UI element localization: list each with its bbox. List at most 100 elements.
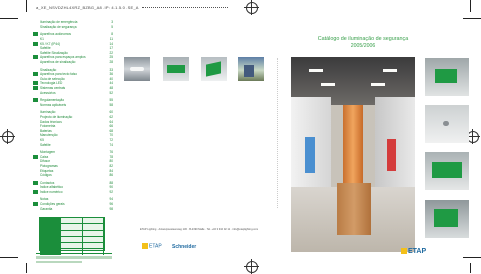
corridor-photo [291,57,415,252]
index-row: Sinalização de segurança 5 [33,24,113,30]
index-label: K1 [40,37,44,42]
crop-mark [26,0,27,12]
index-page-number: 66 [109,124,113,129]
index-label: Safelite [40,142,51,147]
section-marker-icon [33,180,38,185]
index-page-number: 58 [109,102,113,107]
index-row: K5 72 [33,137,113,143]
index-label: Aparelhos para espaços amplos [40,55,86,60]
index-label: Sinalização [40,67,57,72]
fold-line [277,58,279,208]
index-label: Etiquetas [40,168,54,173]
index-page-number: 68 [109,128,113,133]
index-label: Aparelhos de sinalização [40,60,76,65]
index-row: Fotometria 66 [33,124,113,129]
index-label: Índice alfabético [40,185,64,190]
index-page-number: 98 [109,206,113,211]
index-label: Dados técnicos [40,119,62,124]
index-label: Baterias [40,128,52,133]
index-page-number: 84 [109,168,113,173]
index-page-number: 55 [109,98,113,103]
index-page-number: 8 [111,32,113,37]
index-row: Contactos 88 [33,180,113,185]
index-page-number: 62 [109,114,113,119]
section-marker-icon [33,41,38,46]
blank-marker [33,67,38,72]
index-page-number: 60 [109,110,113,115]
blank-marker [33,159,38,164]
blank-marker [33,124,38,129]
blank-marker [33,119,38,124]
exit-sign-photo [425,58,469,96]
product-photo-exit-sign-angled [201,57,227,81]
index-row: Difusor 80 [33,159,113,164]
index-row: Sinalização 33 [33,67,113,72]
blank-marker [33,163,38,168]
crop-mark [470,0,471,12]
index-label: Projecto de iluminação [40,114,73,119]
index-label: Códigos [40,173,52,178]
crop-mark [0,18,18,19]
index-label: Contactos [40,180,55,185]
blank-marker [33,20,38,25]
index-row: Baterias 68 [33,128,113,133]
index-page-number: 48 [109,86,113,91]
credit-text: ETAP Lighting · Antwerpsesteenweg 130 · … [140,228,259,231]
etap-logo: ETAP [142,243,162,249]
index-label: Normas aplicáveis [40,102,67,107]
index-page-number: 40 [109,76,113,81]
ceiling-fixture-photo [425,105,469,143]
cover-title: Catálogo de iluminação de segurança [317,36,409,42]
index-label: Acessórios [40,90,56,95]
blank-marker [33,185,38,190]
blank-marker [33,197,38,202]
index-page-number: 88 [109,180,113,185]
index-row: Sistemas centrais 48 [33,86,113,91]
blank-marker [33,133,38,138]
index-row: Iluminação de emergência 3 [33,20,113,25]
etap-logo-icon [401,248,407,255]
schneider-logo: Schneider [172,244,197,250]
index-label: K5 [40,137,44,142]
index-label: Aparelhos para tecto falso [40,72,78,77]
etap-logo: ETAP [401,248,426,255]
index-label: Montagem [40,150,56,155]
index-page-number: 82 [109,163,113,168]
index-row: Índice alfabético 90 [33,185,113,190]
blank-marker [33,76,38,81]
index-label: Garantia [40,206,53,211]
index-row: Aparelhos para tecto falso 36 [33,72,113,77]
index-label: Fotometria [40,124,56,129]
index-page-number: 14 [109,41,113,46]
section-marker-icon [33,202,38,207]
index-row: Regulamentação 55 [33,98,113,103]
index-page-number: 92 [109,189,113,194]
index-page-number: 5 [111,24,113,29]
catalog-spread: a_XE_NSVDZHL4XRZ_BZBG_A8 .IP: 4.1.5.0 .S… [0,0,481,274]
index-row: Projecto de iluminação 62 [33,114,113,120]
index-label: Aparelhos autónomos [40,32,72,37]
index-page-number: 74 [109,142,113,147]
index-row: Condições gerais 96 [33,202,113,207]
blank-marker [33,206,38,211]
index-page-number: 64 [109,119,113,124]
index-row: Tecnologia LED 44 [33,81,113,86]
index-label: Tecnologia LED [40,81,63,86]
index-page-number: 86 [109,173,113,178]
index-page-number: 17 [109,46,113,51]
index-row: Normas aplicáveis 58 [33,102,113,108]
index-row: K1 11 [33,37,113,42]
index-label: Pictogramas [40,163,58,168]
index-row: K5 / K7 (IP44) 14 [33,41,113,46]
index-footnote [36,253,112,264]
index-label: Safelite [40,46,51,51]
index-label: Sistemas centrais [40,86,66,91]
index-row: Garantia 98 [33,206,113,211]
index-row: Safelite Sinalização 22 [33,50,113,56]
crop-mark [0,257,18,258]
index-page-number: 96 [109,202,113,207]
index-list: Iluminação de emergência 3 Sinalização de … [33,20,113,211]
blank-marker [33,37,38,42]
index-label: Notas [40,197,49,202]
running-man-sign-photo [425,200,469,238]
